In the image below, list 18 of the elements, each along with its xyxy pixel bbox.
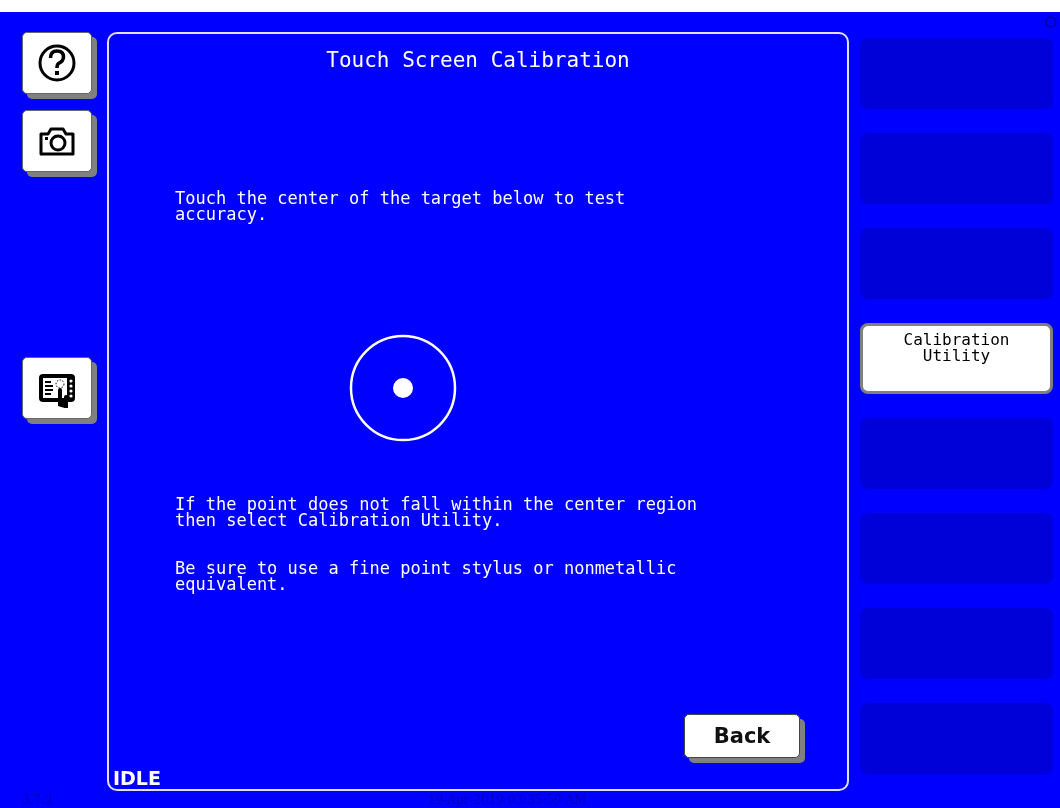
blank-key[interactable] xyxy=(860,133,1053,204)
blank-key[interactable] xyxy=(860,228,1053,299)
version-text: 3.7.2 xyxy=(22,793,53,807)
blank-key[interactable] xyxy=(860,418,1053,489)
status-text: IDLE xyxy=(113,767,161,789)
blank-key[interactable] xyxy=(860,513,1053,584)
date-time: 19-Apr-2019 03:35:59 AM xyxy=(428,793,587,807)
note-text: Be sure to use a fine point stylus or nonmetallic equivalent. xyxy=(175,560,678,592)
blank-key[interactable] xyxy=(860,703,1053,774)
blank-key[interactable] xyxy=(860,38,1053,109)
note-text: If the point does not fall within the center region then select Calibration Utility. xyxy=(175,496,698,528)
circle-icon xyxy=(1045,16,1057,28)
instruction-text: Touch the center of the target below to test accuracy. xyxy=(175,190,627,222)
blank-key[interactable] xyxy=(860,608,1053,679)
help-icon xyxy=(37,43,77,83)
target-icon[interactable] xyxy=(349,334,457,442)
calibration-button[interactable]: Calibration Utility xyxy=(860,323,1053,394)
screen-title: Touch Screen Calibration xyxy=(325,48,631,74)
